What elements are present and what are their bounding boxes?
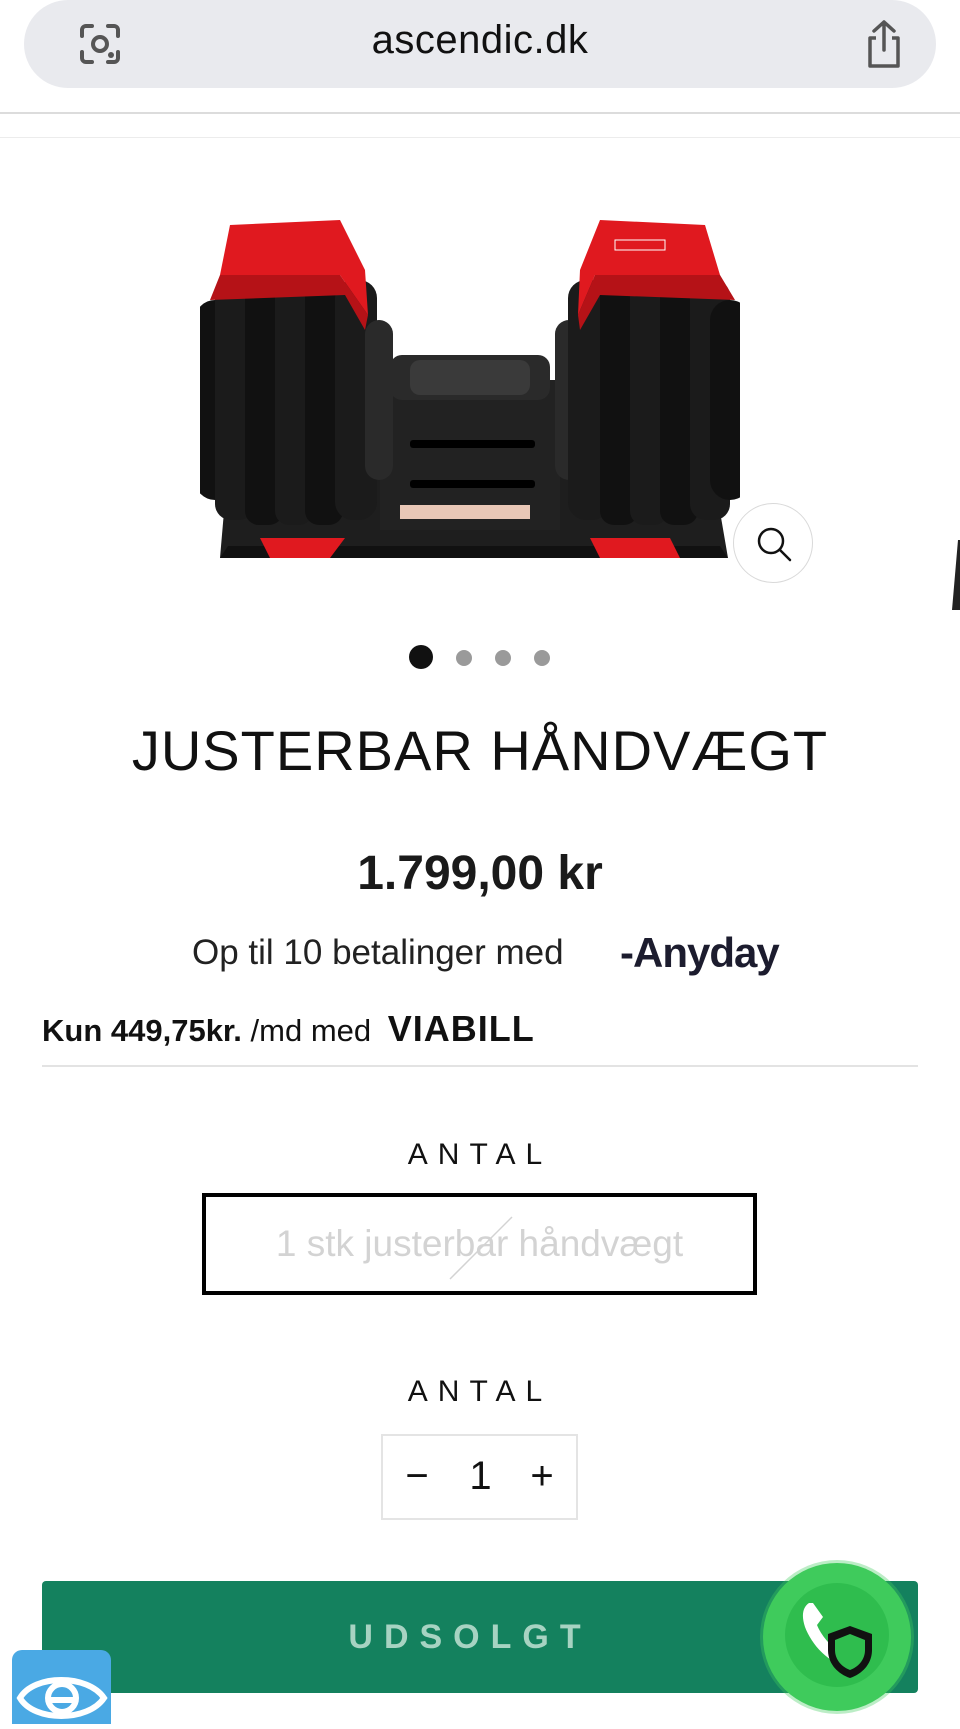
zoom-button[interactable] — [733, 503, 813, 583]
quantity-label: ANTAL — [407, 1375, 553, 1408]
variant-label: ANTAL — [407, 1138, 553, 1171]
sold-out-label: UDSOLGT — [348, 1617, 592, 1656]
viabill-logo: VIABILL — [387, 1008, 535, 1049]
viabill-financing[interactable]: Kun 449,75kr. /md med VIABILL — [42, 1008, 535, 1050]
quantity-decrease-button[interactable]: − — [397, 1450, 437, 1502]
product-price: 1.799,00 kr — [357, 847, 603, 900]
header-divider-secondary — [0, 137, 960, 138]
viabill-text: /md med — [250, 1013, 372, 1048]
product-image[interactable] — [200, 220, 740, 560]
anyday-financing[interactable]: Op til 10 betalinger med -Anyday — [192, 929, 780, 983]
eye-icon — [16, 1677, 108, 1719]
anyday-logo: -Anyday — [620, 929, 780, 976]
accessibility-button[interactable] — [12, 1650, 111, 1724]
shield-icon[interactable] — [818, 1620, 882, 1684]
section-divider — [42, 1065, 918, 1067]
gallery-pagination — [0, 645, 960, 671]
share-icon[interactable] — [860, 18, 908, 70]
gallery-dot-1[interactable] — [409, 645, 433, 669]
viabill-amount: Kun 449,75kr. — [42, 1013, 242, 1048]
quantity-input[interactable] — [453, 1448, 508, 1504]
quantity-stepper: − + — [381, 1434, 578, 1520]
next-image-peek — [952, 540, 960, 610]
header-divider — [0, 112, 960, 114]
variant-option[interactable]: 1 stk justerbar håndvægt — [202, 1193, 757, 1295]
product-title: JUSTERBAR HÅNDVÆGT — [131, 719, 829, 782]
browser-address-bar[interactable]: ascendic.dk — [24, 0, 936, 88]
url-text[interactable]: ascendic.dk — [24, 18, 936, 63]
gallery-dot-3[interactable] — [495, 650, 511, 666]
quantity-increase-button[interactable]: + — [522, 1450, 562, 1502]
magnifier-icon — [757, 527, 792, 562]
gallery-dot-2[interactable] — [456, 650, 472, 666]
unavailable-strike — [449, 1216, 513, 1280]
gallery-dot-4[interactable] — [534, 650, 550, 666]
anyday-text: Op til 10 betalinger med — [192, 933, 564, 972]
